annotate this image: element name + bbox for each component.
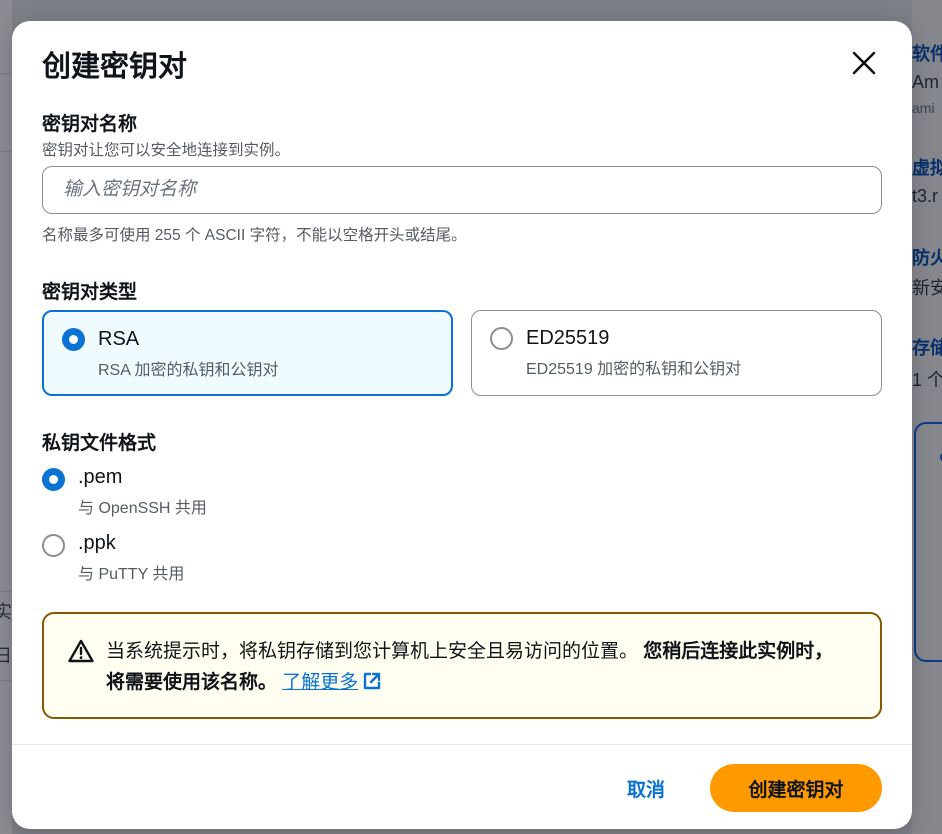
background-left-strip [0,0,12,834]
radio-unselected-icon[interactable] [490,327,513,350]
background-text: 虚拟 [912,158,942,178]
radio-unselected-icon[interactable] [42,534,65,557]
radio-selected-icon[interactable] [42,468,65,491]
warning-message: 当系统提示时，将私钥存储到您计算机上安全且易访问的位置。 您稍后连接此实例时，将… [106,636,846,698]
key-name-label: 密钥对名称 [42,114,138,135]
key-type-title: RSA [98,328,140,350]
background-text: 日 [0,646,12,666]
cancel-button[interactable]: 取消 [608,764,684,812]
warning-icon [68,639,94,663]
external-link-icon [364,672,381,690]
footer-divider [12,744,912,745]
learn-more-link[interactable]: 了解更多 [282,672,382,693]
create-key-pair-modal: 创建密钥对 密钥对名称 密钥对让您可以安全地连接到实例。 名称最多可使用 255… [12,21,912,829]
key-type-title: ED25519 [526,327,610,349]
background-text: 软件 [912,44,942,64]
background-text: 防火 [912,248,942,268]
modal-title: 创建密钥对 [42,51,188,83]
file-format-option-ppk[interactable]: .ppk 与 PuTTY 共用 [42,532,342,592]
warning-alert: 当系统提示时，将私钥存储到您计算机上安全且易访问的位置。 您稍后连接此实例时，将… [42,612,882,719]
key-name-constraint: 名称最多可使用 255 个 ASCII 字符，不能以空格开头或结尾。 [42,227,467,244]
background-divider [0,680,12,681]
background-text: Am [912,72,939,92]
background-text: 实 [0,602,12,622]
key-type-subtitle: ED25519 加密的私钥和公钥对 [526,361,742,378]
background-right-panel [912,0,942,834]
close-icon [852,51,876,75]
background-divider [0,73,12,74]
key-type-option-rsa[interactable]: RSA RSA 加密的私钥和公钥对 [42,310,453,396]
background-text: ami [912,100,935,116]
background-card [914,422,942,662]
file-format-subtitle: 与 PuTTY 共用 [78,566,185,583]
background-text: 新安 [912,278,942,298]
background-text: t3.r [912,186,939,206]
file-format-title: .pem [78,466,123,488]
key-name-description: 密钥对让您可以安全地连接到实例。 [42,142,291,159]
key-name-input[interactable] [42,166,882,214]
radio-selected-icon[interactable] [62,328,85,351]
key-type-subtitle: RSA 加密的私钥和公钥对 [98,362,279,379]
file-format-title: .ppk [78,532,116,554]
file-format-label: 私钥文件格式 [42,433,157,454]
key-type-option-ed25519[interactable]: ED25519 ED25519 加密的私钥和公钥对 [471,310,882,396]
warning-text: 当系统提示时，将私钥存储到您计算机上安全且易访问的位置。 [106,641,639,662]
background-divider [0,151,12,152]
background-divider [0,591,12,592]
learn-more-label: 了解更多 [282,672,359,693]
background-text: 1 个 [912,370,942,390]
file-format-option-pem[interactable]: .pem 与 OpenSSH 共用 [42,466,342,526]
file-format-subtitle: 与 OpenSSH 共用 [78,500,207,517]
background-text: 存储 [912,338,942,358]
create-key-pair-button[interactable]: 创建密钥对 [710,764,882,812]
key-type-label: 密钥对类型 [42,282,138,303]
close-button[interactable] [846,45,882,81]
